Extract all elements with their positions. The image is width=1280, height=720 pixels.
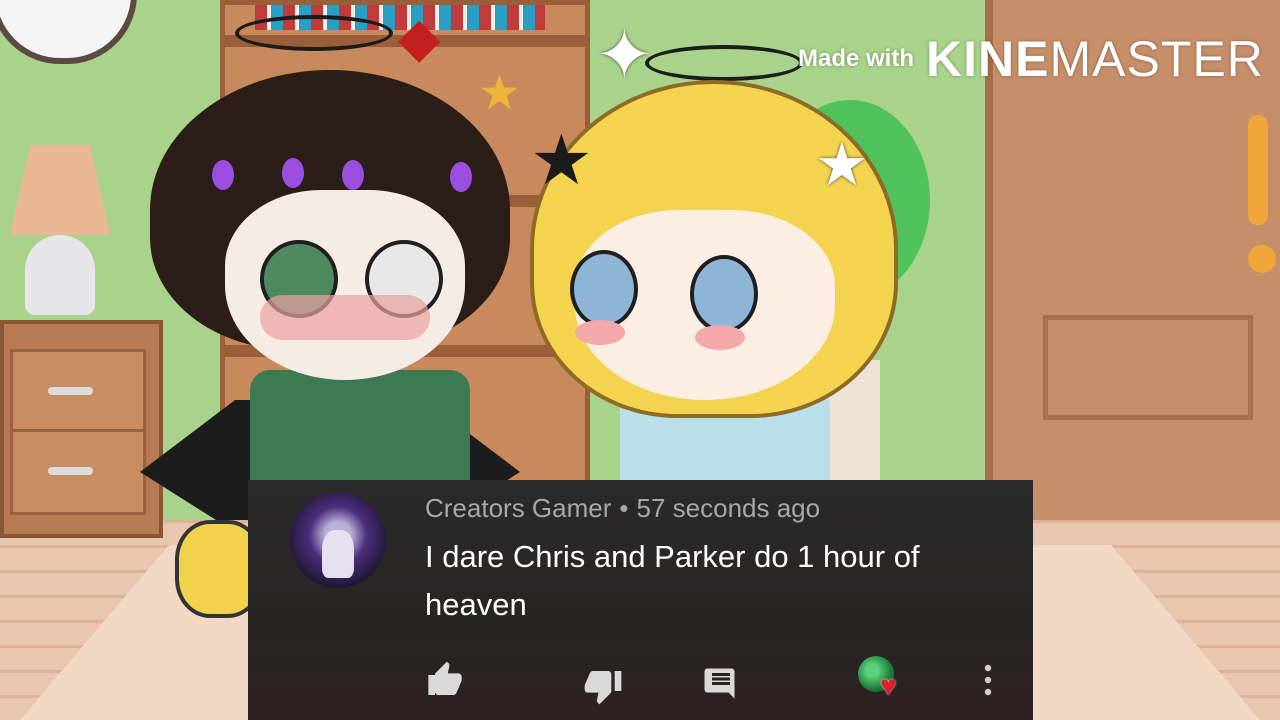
purple-spot <box>282 158 304 188</box>
blush <box>260 295 430 340</box>
character-dark-hair <box>130 15 530 520</box>
comment-actions: ♥ <box>248 656 1033 708</box>
red-sparkle-icon: ◆ <box>398 6 441 68</box>
sparkle-icon: ✦ <box>595 16 654 94</box>
user-avatar[interactable] <box>290 492 386 588</box>
comment-meta: Creators Gamer • 57 seconds ago <box>425 493 820 524</box>
watermark-brand-rest: MASTER <box>1049 31 1264 87</box>
watermark-brand: KINEMASTER <box>926 30 1264 88</box>
purple-spot <box>450 162 472 192</box>
dislike-button[interactable] <box>581 664 625 708</box>
lamp-base <box>25 235 95 315</box>
blue-eye <box>690 255 758 333</box>
door-handle <box>1248 115 1268 225</box>
creator-heart-button[interactable]: ♥ <box>858 656 904 702</box>
like-button[interactable] <box>423 658 467 702</box>
thumbs-up-icon <box>428 661 462 695</box>
halo <box>645 45 803 81</box>
character-blond-hair: ★ ★ ✦ <box>510 20 910 520</box>
comment-card: Creators Gamer • 57 seconds ago I dare Chr… <box>248 480 1033 720</box>
drawer-handle <box>48 467 93 475</box>
blush <box>695 325 745 350</box>
black-star-icon: ★ <box>530 121 593 199</box>
purple-spot <box>212 160 234 190</box>
watermark-prefix: Made with <box>798 45 915 72</box>
thumbs-down-icon <box>584 671 622 705</box>
drawer-handle <box>48 387 93 395</box>
gold-star-icon: ★ <box>478 67 522 120</box>
avatar-figure <box>322 530 354 578</box>
reply-button[interactable] <box>701 662 741 702</box>
blue-eye <box>570 250 638 328</box>
more-options-button[interactable] <box>978 658 998 702</box>
comment-timestamp: 57 seconds ago <box>636 493 821 523</box>
meta-separator: • <box>619 493 629 523</box>
door-lock <box>1248 245 1276 273</box>
dresser-drawer <box>10 429 146 515</box>
comment-text: I dare Chris and Parker do 1 hour of hea… <box>425 539 920 622</box>
halo <box>235 15 393 51</box>
purple-spot <box>342 160 364 190</box>
white-star-icon: ★ <box>815 131 869 198</box>
kinemaster-watermark: Made with KINEMASTER <box>798 30 1264 88</box>
watermark-brand-first: KINE <box>926 31 1050 87</box>
heart-icon: ♥ <box>880 670 897 701</box>
more-vertical-icon <box>984 664 992 696</box>
dresser-drawer <box>10 349 146 435</box>
door-panel <box>1043 315 1253 420</box>
comment-author[interactable]: Creators Gamer <box>425 493 611 523</box>
blush <box>575 320 625 345</box>
comment-icon <box>704 668 735 699</box>
